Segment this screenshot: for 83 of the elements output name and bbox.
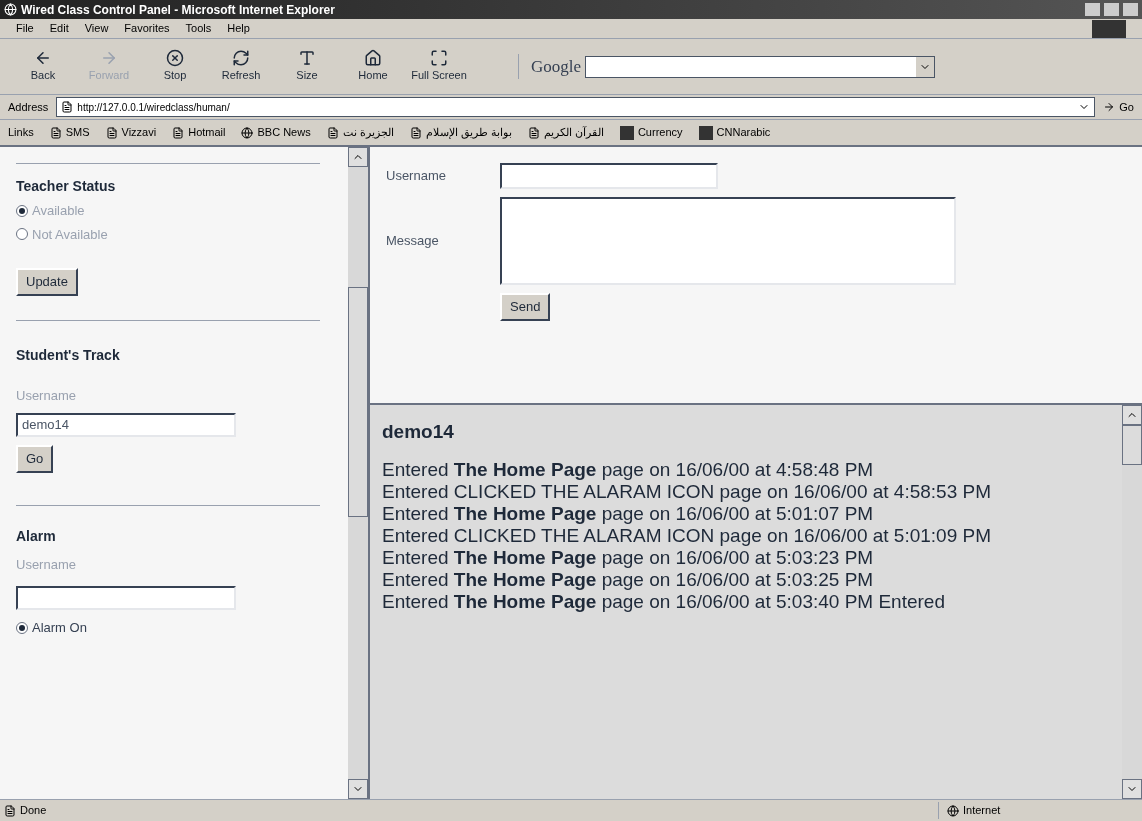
field-label: Username bbox=[16, 386, 77, 405]
menu-item[interactable]: Help bbox=[227, 20, 250, 37]
link-item[interactable]: Vizzavi bbox=[105, 124, 157, 141]
link-item[interactable]: SMS bbox=[49, 124, 90, 141]
menu-item[interactable]: Edit bbox=[49, 20, 69, 37]
link-item[interactable]: القرآن الكريم bbox=[527, 124, 604, 141]
window-title: Wired Class Control Panel - Microsoft Internet Explorer bbox=[21, 1, 335, 19]
refresh-icon bbox=[232, 49, 250, 68]
window-icon bbox=[430, 49, 448, 68]
toolbar-button[interactable]: Size bbox=[276, 49, 338, 84]
toolbar-button[interactable]: Full Screen bbox=[408, 49, 470, 84]
menu-item[interactable]: Favorites bbox=[124, 20, 170, 37]
log-entry: Entered CLICKED THE ALARAM ICON page on 16/06/00 at 4:58:53 PM bbox=[382, 481, 993, 503]
toolbar-button[interactable]: Back bbox=[12, 49, 74, 84]
section-heading: Alarm bbox=[16, 526, 57, 546]
page-icon bbox=[105, 126, 118, 139]
username-field[interactable]: demo14 bbox=[16, 413, 236, 437]
field-label: Username bbox=[386, 167, 447, 186]
log-entry: Entered The Home Page page on 16/06/00 at 5:03:40 PM Entered bbox=[382, 591, 946, 613]
radio-label: Alarm On bbox=[32, 619, 87, 637]
log-entry: Entered The Home Page page on 16/06/00 at 5:03:25 PM bbox=[382, 569, 875, 591]
status-text: Done bbox=[20, 803, 47, 819]
log-entry: Entered CLICKED THE ALARAM ICON page on 16/06/00 at 5:01:09 PM bbox=[382, 525, 993, 547]
toolbar-button[interactable]: Refresh bbox=[210, 49, 272, 84]
page-icon bbox=[49, 126, 62, 139]
address-field[interactable]: http://127.0.0.1/wiredclass/human/ bbox=[56, 97, 1096, 117]
update-button[interactable]: Update bbox=[16, 268, 78, 296]
toolbar-button[interactable]: Home bbox=[342, 49, 404, 84]
links-label: Links bbox=[8, 125, 34, 141]
link-item[interactable]: الجزيرة نت bbox=[326, 124, 394, 141]
menu-item[interactable]: View bbox=[84, 20, 109, 37]
scroll-up-button[interactable] bbox=[1122, 405, 1142, 425]
menu-item[interactable]: File bbox=[16, 20, 34, 37]
scroll-down-button[interactable] bbox=[1122, 779, 1142, 799]
scroll-thumb[interactable] bbox=[348, 287, 368, 517]
page-icon bbox=[527, 126, 540, 139]
search-field[interactable] bbox=[585, 55, 936, 78]
radio-label: Not Available bbox=[32, 225, 108, 244]
log-username: demo14 bbox=[382, 421, 455, 443]
radio-button[interactable] bbox=[16, 204, 28, 217]
menu-item[interactable]: Tools bbox=[185, 20, 212, 37]
browser-icon bbox=[4, 3, 17, 16]
globe-icon bbox=[241, 126, 254, 139]
link-item[interactable]: Hotmail bbox=[172, 124, 226, 141]
message-field[interactable] bbox=[500, 197, 956, 285]
scroll-up-button[interactable] bbox=[348, 147, 368, 167]
username-field[interactable] bbox=[16, 586, 236, 610]
address-label: Address bbox=[8, 99, 49, 115]
link-item[interactable]: BBC News bbox=[241, 124, 311, 141]
page-icon bbox=[4, 804, 16, 817]
log-entry: Entered The Home Page page on 16/06/00 at 5:03:23 PM bbox=[382, 547, 875, 569]
zone-indicator: Internet bbox=[938, 802, 1138, 819]
send-button[interactable]: Send bbox=[500, 293, 551, 321]
go-button[interactable]: Go bbox=[16, 445, 54, 473]
tile-icon bbox=[619, 125, 634, 140]
page-icon bbox=[172, 126, 185, 139]
section-heading: Teacher Status bbox=[16, 177, 117, 196]
go-button[interactable]: Go bbox=[1103, 98, 1134, 116]
link-item[interactable]: CNNarabic bbox=[698, 124, 771, 141]
field-label: Username bbox=[16, 555, 77, 574]
link-item[interactable]: Currency bbox=[619, 124, 683, 141]
globe-icon bbox=[947, 804, 959, 817]
go-arrow-icon bbox=[1103, 101, 1116, 113]
letter-icon bbox=[298, 49, 316, 68]
toolbar-button[interactable]: Stop bbox=[144, 49, 206, 84]
tile-icon bbox=[698, 125, 713, 140]
page-icon bbox=[409, 126, 422, 139]
field-label: Message bbox=[386, 232, 440, 251]
radio-button[interactable] bbox=[16, 621, 28, 634]
page-icon bbox=[326, 126, 339, 139]
radio-label: Available bbox=[32, 202, 85, 220]
log-entry: Entered The Home Page page on 16/06/00 at 5:01:07 PM bbox=[382, 503, 875, 525]
link-item[interactable]: بوابة طريق الإسلام bbox=[409, 124, 512, 141]
stop-icon bbox=[166, 49, 184, 68]
log-entry: Entered The Home Page page on 16/06/00 at 4:58:48 PM bbox=[382, 459, 875, 481]
home-icon bbox=[364, 49, 382, 68]
search-logo: Google bbox=[531, 55, 582, 78]
page-icon bbox=[61, 101, 74, 113]
username-field[interactable] bbox=[500, 163, 718, 189]
scroll-down-button[interactable] bbox=[348, 779, 368, 799]
radio-button[interactable] bbox=[16, 228, 28, 241]
scroll-thumb[interactable] bbox=[1122, 425, 1142, 465]
section-heading: Student's Track bbox=[16, 345, 121, 365]
